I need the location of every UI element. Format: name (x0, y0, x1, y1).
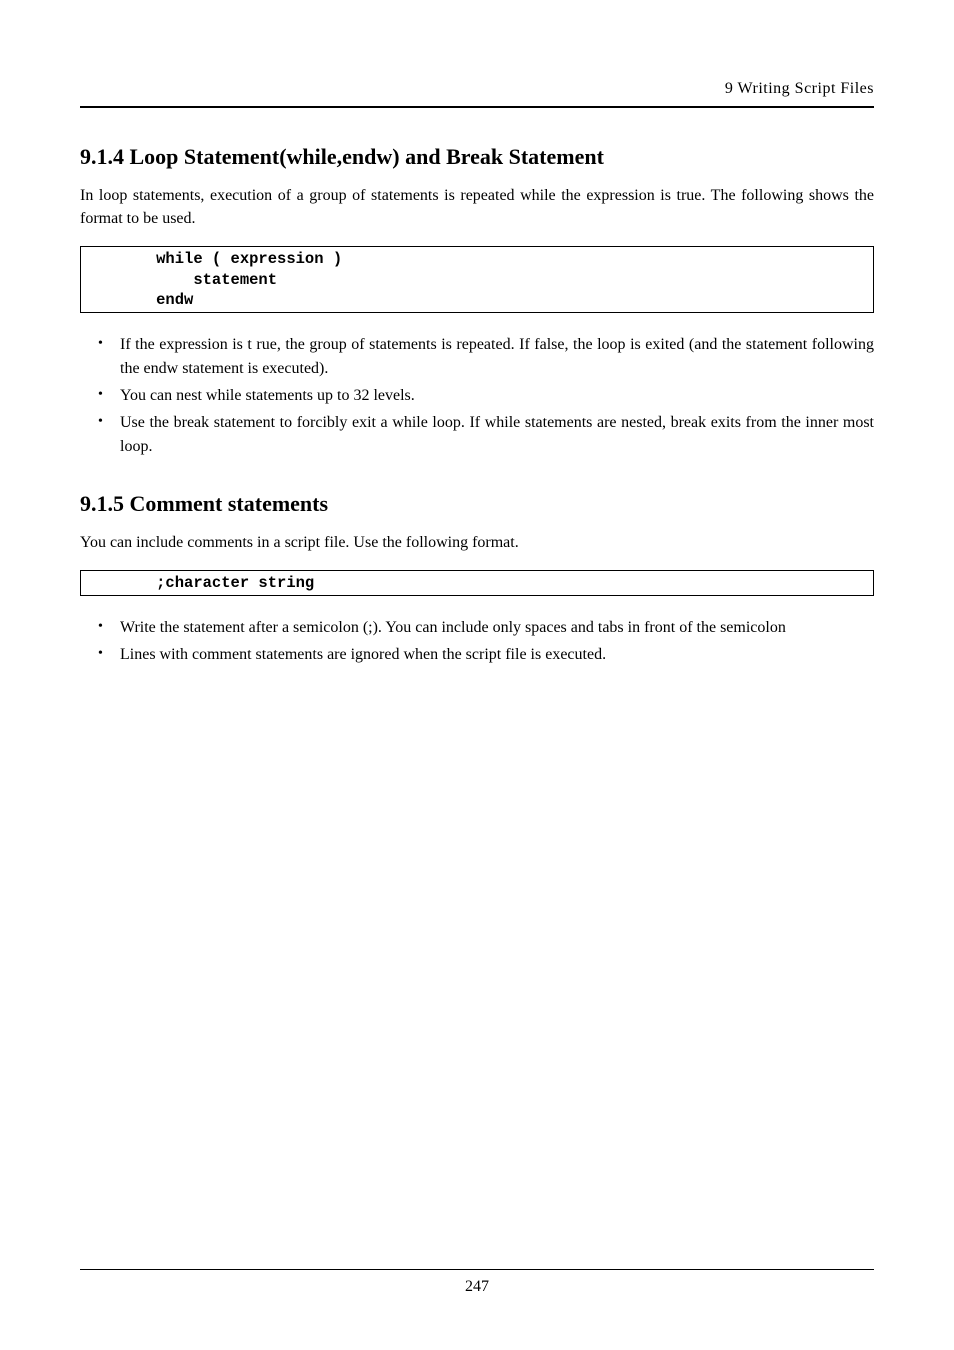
section-title: 9.1.5 Comment statements (80, 491, 874, 517)
list-item: Lines with comment statements are ignore… (98, 643, 874, 667)
code-line: endw (91, 290, 863, 310)
page-root: 9 Writing Script Files 9.1.4 Loop Statem… (0, 0, 954, 1350)
bullet-list: If the expression is t rue, the group of… (80, 333, 874, 459)
section-intro: In loop statements, execution of a group… (80, 184, 874, 230)
code-block-while: while ( expression ) statement endw (80, 246, 874, 312)
code-line: ;character string (91, 573, 863, 593)
code-line: while ( expression ) (91, 249, 863, 269)
section-915: 9.1.5 Comment statements You can include… (80, 491, 874, 667)
bullet-list: Write the statement after a semicolon (;… (80, 616, 874, 667)
list-item: You can nest while statements up to 32 l… (98, 384, 874, 408)
list-item: Use the break statement to forcibly exit… (98, 411, 874, 459)
running-header: 9 Writing Script Files (80, 80, 874, 98)
code-line: statement (91, 270, 863, 290)
section-914: 9.1.4 Loop Statement(while,endw) and Bre… (80, 144, 874, 459)
section-intro: You can include comments in a script fil… (80, 531, 874, 554)
page-number: 247 (80, 1278, 874, 1296)
header-rule (80, 106, 874, 108)
footer-rule (80, 1269, 874, 1270)
page-footer: 247 (80, 1269, 874, 1296)
list-item: Write the statement after a semicolon (;… (98, 616, 874, 640)
section-title: 9.1.4 Loop Statement(while,endw) and Bre… (80, 144, 874, 170)
list-item: If the expression is t rue, the group of… (98, 333, 874, 381)
code-block-comment: ;character string (80, 570, 874, 596)
